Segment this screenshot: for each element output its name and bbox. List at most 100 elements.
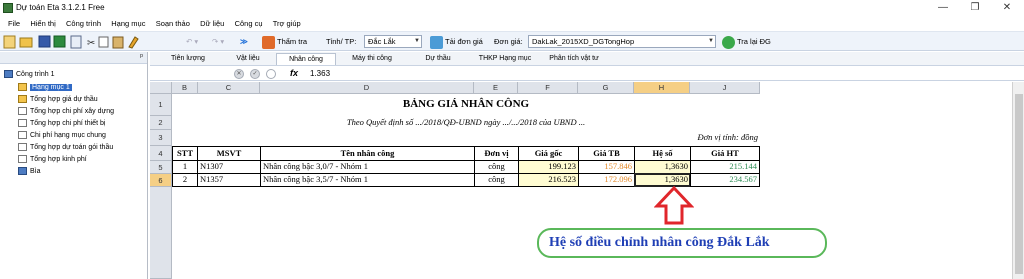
table-cell-current-price[interactable]: 234.567	[690, 173, 760, 187]
tree-item-equipment-cost[interactable]: Tổng hợp chi phí thiết bị	[18, 119, 105, 129]
annotation-callout: Hệ số điều chỉnh nhân công Đắk Lắk	[537, 228, 827, 258]
toolbar-icons: ✂	[3, 35, 139, 49]
formula-option-icon[interactable]	[266, 69, 276, 79]
tree-item-project[interactable]: Công trình 1	[4, 70, 55, 80]
table-cell-msvt[interactable]: N1307	[197, 160, 261, 174]
table-cell-base-price[interactable]: 216.523	[518, 173, 579, 187]
tree-header: ᵖ	[0, 52, 147, 64]
restore-button[interactable]: ❐	[960, 1, 990, 15]
check-icon	[262, 35, 275, 49]
menu-item[interactable]: Hạng mục	[111, 17, 145, 30]
tree-item-category[interactable]: Hạng mục 1	[18, 83, 72, 93]
fx-icon[interactable]: fx	[290, 68, 298, 78]
row-header[interactable]: 3	[150, 130, 172, 146]
tree-item-funding[interactable]: Tổng hợp kinh phí	[18, 155, 87, 165]
tab-materials[interactable]: Vật liệu	[220, 53, 276, 65]
table-cell-unit[interactable]: công	[474, 173, 519, 187]
undo-icon[interactable]: ↶ ▾	[186, 34, 198, 49]
row-header-empty	[150, 187, 172, 279]
tree-item-label: Tổng hợp giá dự thầu	[30, 96, 98, 103]
app-icon	[3, 3, 13, 13]
menu-data[interactable]: Dữ liệu	[200, 17, 224, 30]
document-icon	[18, 119, 27, 128]
table-cell-avg-price[interactable]: 157.846	[578, 160, 635, 174]
paste-icon	[112, 36, 124, 49]
accept-formula-icon[interactable]: ✓	[250, 69, 260, 79]
tree-item-label: Tổng hợp dự toán gói thầu	[30, 144, 114, 151]
row-header[interactable]: 2	[150, 116, 172, 130]
tab-item-summary[interactable]: THKP Hạng mục	[468, 53, 542, 65]
table-cell-stt[interactable]: 1	[172, 160, 198, 174]
tree-item-package-estimate[interactable]: Tổng hợp dự toán gói thầu	[18, 143, 113, 153]
header-cell: Giá HT	[690, 146, 760, 161]
table-cell-coefficient[interactable]: 1,3630	[634, 160, 691, 174]
col-header[interactable]: D	[260, 82, 474, 94]
pin-icon[interactable]: ᵖ	[140, 52, 143, 61]
folder-icon	[18, 83, 27, 92]
col-header[interactable]: J	[690, 82, 760, 94]
menu-view[interactable]: Hiển thị	[30, 17, 55, 30]
tree-item-label: Tổng hợp kinh phí	[30, 156, 87, 163]
table-cell-avg-price[interactable]: 172.096	[578, 173, 635, 187]
tree-item-construction-cost[interactable]: Tổng hợp chi phí xây dựng	[18, 107, 114, 117]
row-header[interactable]: 5	[150, 161, 172, 174]
col-header[interactable]: E	[474, 82, 518, 94]
tab-quantity[interactable]: Tiên lượng	[156, 53, 220, 65]
province-select[interactable]: Đắc Lắk ▼	[364, 35, 422, 48]
corner-cell[interactable]	[150, 82, 172, 94]
col-header[interactable]: F	[518, 82, 578, 94]
tab-bid[interactable]: Dự thầu	[408, 53, 468, 65]
toolbar: ✂ ↶ ▾ ↷ ▾ ≫ Thẩm tra Tỉnh/ TP: Đắc Lắk ▼ …	[0, 31, 1024, 51]
tree-item-general-cost[interactable]: Chi phí hạng mục chung	[18, 131, 106, 141]
row-header[interactable]: 6	[150, 174, 172, 187]
tab-material-analysis[interactable]: Phân tích vật tư	[542, 53, 606, 65]
check-button[interactable]: Thẩm tra	[262, 34, 307, 49]
table-cell-name[interactable]: Nhân công bậc 3,5/7 - Nhóm 1	[260, 173, 475, 187]
tab-labor[interactable]: Nhân công	[276, 53, 336, 65]
tab-machinery[interactable]: Máy thi công	[336, 53, 408, 65]
col-header[interactable]: G	[578, 82, 634, 94]
vertical-scrollbar[interactable]	[1012, 82, 1024, 279]
table-cell-coefficient-selected[interactable]: 1,3630	[634, 173, 691, 187]
excel-icon	[53, 35, 66, 48]
document-icon	[18, 131, 27, 140]
tree-item-label: Hạng mục 1	[30, 84, 72, 91]
brush-icon	[128, 36, 139, 49]
document-icon	[18, 107, 27, 116]
run-icon[interactable]: ≫	[240, 34, 248, 49]
menu-project[interactable]: Công trình	[66, 17, 101, 30]
tree-item-bid-summary[interactable]: Tổng hợp giá dự thầu	[18, 95, 98, 105]
scroll-thumb[interactable]	[1015, 94, 1023, 274]
tree-item-label: Tổng hợp chi phí xây dựng	[30, 108, 114, 115]
menu-file[interactable]: File	[8, 17, 20, 30]
tree-item-label: Bìa	[30, 168, 41, 175]
col-header[interactable]: C	[198, 82, 260, 94]
table-cell-current-price[interactable]: 215.144	[690, 160, 760, 174]
redo-icon[interactable]: ↷ ▾	[212, 34, 224, 49]
table-cell-unit[interactable]: công	[474, 160, 519, 174]
table-cell-msvt[interactable]: N1357	[197, 173, 261, 187]
header-cell: Tên nhân công	[260, 146, 475, 161]
row-header[interactable]: 1	[150, 94, 172, 116]
price-value: DakLak_2015XD_DGTongHop	[532, 37, 635, 46]
table-cell-base-price[interactable]: 199.123	[518, 160, 579, 174]
load-price-button[interactable]: Tải đơn giá	[430, 34, 483, 49]
close-button[interactable]: ✕	[992, 1, 1022, 15]
col-header[interactable]: H	[634, 82, 690, 94]
table-cell-stt[interactable]: 2	[172, 173, 198, 187]
row-header[interactable]: 4	[150, 146, 172, 161]
formula-input[interactable]: 1.363	[310, 69, 330, 78]
price-select[interactable]: DakLak_2015XD_DGTongHop ▼	[528, 35, 716, 48]
unit-note: Đơn vị tính: đồng	[697, 132, 759, 142]
menu-tools[interactable]: Công cụ	[235, 17, 263, 30]
table-cell-name[interactable]: Nhân công bậc 3,0/7 - Nhóm 1	[260, 160, 475, 174]
cancel-formula-icon[interactable]: ✕	[234, 69, 244, 79]
menu-edit[interactable]: Soạn thảo	[156, 17, 190, 30]
tree-item-cover[interactable]: Bìa	[18, 167, 41, 177]
menu-help[interactable]: Trợ giúp	[273, 17, 301, 30]
col-header[interactable]: B	[172, 82, 198, 94]
lookup-button[interactable]: Tra lại ĐG	[722, 34, 771, 49]
minimize-button[interactable]: —	[928, 1, 958, 15]
header-cell: Đơn vị	[474, 146, 519, 161]
header-cell: Hệ số	[634, 146, 691, 161]
